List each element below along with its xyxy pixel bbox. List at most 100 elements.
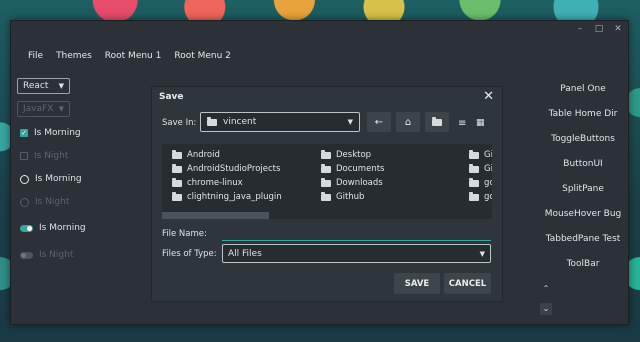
- minimize-icon[interactable]: –: [574, 23, 586, 35]
- details-view-icon[interactable]: ▦: [476, 118, 485, 128]
- list-item[interactable]: Github: [321, 191, 365, 202]
- radio-icon[interactable]: [20, 174, 29, 184]
- file-name: Github: [336, 192, 365, 202]
- checkbox-is-night: Is Night: [20, 151, 68, 161]
- list-item[interactable]: Downloads: [321, 177, 383, 188]
- list-item[interactable]: Gi: [469, 163, 492, 174]
- files-of-type-label: Files of Type:: [162, 249, 217, 259]
- chevron-down-icon: ▼: [58, 82, 64, 90]
- horizontal-scrollbar[interactable]: [162, 212, 269, 219]
- chevron-down-icon: ▼: [347, 118, 353, 126]
- folder-icon: [469, 149, 479, 159]
- nav-item-table-home-dir[interactable]: Table Home Dir: [538, 109, 628, 119]
- list-item[interactable]: gc: [469, 177, 492, 188]
- chevron-down-icon: ▼: [58, 105, 64, 113]
- list-item[interactable]: gc: [469, 191, 492, 202]
- file-name: chrome-linux: [187, 178, 243, 188]
- folder-icon: [469, 163, 479, 173]
- new-folder-icon: [432, 116, 442, 126]
- list-item[interactable]: Desktop: [321, 149, 372, 160]
- files-of-type-select[interactable]: All Files ▼: [222, 244, 491, 263]
- nav-item-mouse-hover-bug[interactable]: MouseHover Bug: [538, 209, 628, 219]
- maximize-icon[interactable]: □: [593, 23, 605, 35]
- toggle-label: Is Morning: [39, 223, 86, 233]
- folder-icon: [321, 177, 331, 187]
- radio-is-night: Is Night: [20, 197, 69, 207]
- scroll-up-icon[interactable]: ⌃: [540, 283, 552, 295]
- menu-file[interactable]: File: [28, 51, 43, 61]
- dialog-close-icon[interactable]: ✕: [483, 90, 494, 104]
- file-name: gc: [484, 192, 492, 202]
- folder-icon: [172, 163, 182, 173]
- list-item[interactable]: Documents: [321, 163, 385, 174]
- folder-icon: [321, 163, 331, 173]
- menu-root-2[interactable]: Root Menu 2: [174, 51, 231, 61]
- toggle-is-morning[interactable]: Is Morning: [20, 223, 86, 233]
- nav-item-toolbar[interactable]: ToolBar: [538, 259, 628, 269]
- close-icon[interactable]: ✕: [612, 23, 624, 35]
- toggle-is-night: Is Night: [20, 250, 73, 260]
- save-dialog: Save ✕ Save In: vincent ▼ ← ⌂ ≡ ▦ Androi…: [151, 86, 503, 302]
- file-name-input[interactable]: [222, 235, 491, 241]
- checkbox-label: Is Morning: [34, 128, 81, 138]
- nav-item-panel-one[interactable]: Panel One: [538, 84, 628, 94]
- checkbox-unchecked-icon: [20, 152, 28, 160]
- list-item[interactable]: AndroidStudioProjects: [172, 163, 280, 174]
- list-item[interactable]: Android: [172, 149, 220, 160]
- menu-root-1[interactable]: Root Menu 1: [105, 51, 162, 61]
- file-name: clightning_java_plugin: [187, 192, 282, 202]
- folder-icon: [321, 149, 331, 159]
- save-in-label: Save In:: [162, 118, 197, 128]
- chevron-down-icon: ▼: [479, 249, 485, 258]
- react-dropdown-label: React: [23, 81, 49, 91]
- checkbox-is-morning[interactable]: ✓ Is Morning: [20, 128, 81, 138]
- file-list[interactable]: Android AndroidStudioProjects chrome-lin…: [162, 144, 492, 219]
- file-name: Android: [187, 150, 220, 160]
- home-button[interactable]: ⌂: [396, 112, 420, 132]
- file-name: Documents: [336, 164, 385, 174]
- scroll-down-icon[interactable]: ⌄: [540, 303, 552, 315]
- folder-icon: [172, 149, 182, 159]
- javafx-dropdown: JavaFX ▼: [17, 101, 70, 117]
- back-button[interactable]: ←: [367, 112, 391, 132]
- toggle-switch-icon: [20, 251, 33, 259]
- folder-icon: [172, 191, 182, 201]
- save-button[interactable]: SAVE: [394, 273, 440, 294]
- radio-label: Is Morning: [35, 174, 82, 184]
- nav-item-split-pane[interactable]: SplitPane: [538, 184, 628, 194]
- javafx-dropdown-label: JavaFX: [23, 104, 54, 114]
- save-in-value: vincent: [223, 117, 257, 127]
- dialog-title: Save: [159, 92, 184, 102]
- arrow-left-icon: ←: [374, 116, 384, 128]
- nav-item-toggle-buttons[interactable]: ToggleButtons: [538, 134, 628, 144]
- toggle-label: Is Night: [39, 250, 74, 260]
- nav-item-button-ui[interactable]: ButtonUI: [538, 159, 628, 169]
- title-bar: – □ ✕: [11, 21, 628, 37]
- file-name: Desktop: [336, 150, 372, 160]
- folder-icon: [469, 177, 479, 187]
- file-name: Gi: [484, 150, 492, 160]
- nav-item-tabbed-pane-test[interactable]: TabbedPane Test: [538, 234, 628, 244]
- file-name-label: File Name:: [162, 229, 207, 239]
- list-view-icon[interactable]: ≡: [458, 118, 466, 129]
- list-item[interactable]: chrome-linux: [172, 177, 243, 188]
- radio-is-morning[interactable]: Is Morning: [20, 174, 82, 184]
- menu-bar: File Themes Root Menu 1 Root Menu 2: [11, 45, 628, 67]
- toggle-switch-icon[interactable]: [20, 224, 33, 232]
- folder-icon: [321, 191, 331, 201]
- save-in-combo[interactable]: vincent ▼: [200, 112, 360, 132]
- file-name: Downloads: [336, 178, 383, 188]
- react-dropdown[interactable]: React ▼: [17, 78, 70, 94]
- folder-icon: [469, 191, 479, 201]
- new-folder-button[interactable]: [425, 112, 449, 132]
- checkbox-checked-icon[interactable]: ✓: [20, 129, 28, 137]
- cancel-button[interactable]: CANCEL: [444, 273, 491, 294]
- list-item[interactable]: Gi: [469, 149, 492, 160]
- checkbox-label: Is Night: [34, 151, 69, 161]
- radio-label: Is Night: [35, 197, 70, 207]
- folder-icon: [172, 177, 182, 187]
- list-item[interactable]: clightning_java_plugin: [172, 191, 282, 202]
- radio-icon: [20, 197, 29, 207]
- menu-themes[interactable]: Themes: [56, 51, 92, 61]
- home-icon: ⌂: [404, 116, 412, 128]
